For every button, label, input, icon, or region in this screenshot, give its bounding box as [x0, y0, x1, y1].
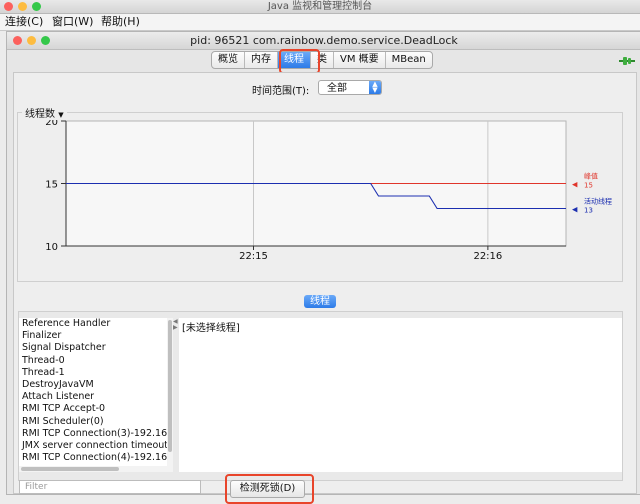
- internal-frame-titlebar: pid: 96521 com.rainbow.demo.service.Dead…: [7, 32, 640, 50]
- tab-overview[interactable]: 概览: [212, 52, 245, 68]
- minimize-frame-icon[interactable]: [27, 36, 36, 45]
- close-frame-icon[interactable]: [13, 36, 22, 45]
- x-tick-label: 22:15: [239, 251, 268, 262]
- thread-list-item[interactable]: RMI TCP Connection(3)-192.16: [19, 428, 167, 440]
- legend-value: 15: [584, 182, 593, 190]
- x-tick-label: 22:16: [473, 251, 502, 262]
- chart-title-text: 线程数: [25, 109, 55, 120]
- series-end-marker: ◀: [572, 181, 578, 189]
- thread-list-item[interactable]: RMI TCP Connection(4)-192.16: [19, 452, 167, 464]
- app-titlebar: Java 监视和管理控制台: [0, 0, 640, 14]
- thread-list-item[interactable]: Attach Listener: [19, 391, 167, 403]
- chart-title[interactable]: 线程数 ▼: [22, 105, 67, 120]
- thread-list-item[interactable]: DestroyJavaVM: [19, 379, 167, 391]
- time-range-label: 时间范围(T):: [252, 86, 310, 97]
- zoom-window-icon[interactable]: [32, 2, 41, 11]
- thread-filter-input[interactable]: Filter: [19, 480, 201, 494]
- y-tick-label: 15: [45, 180, 58, 191]
- threads-section-header: 线程: [304, 295, 336, 308]
- thread-list-item[interactable]: JMX server connection timeout 1: [19, 440, 167, 452]
- time-range-value: 全部: [327, 83, 347, 94]
- thread-list[interactable]: Reference Handler Finalizer Signal Dispatc…: [19, 318, 167, 466]
- tab-vm-summary[interactable]: VM 概要: [334, 52, 386, 68]
- thread-list-vscroll-thumb[interactable]: [168, 320, 172, 452]
- thread-count-chart-panel: 22:15 22:16 10 15 20 ◀ 峰值 15 ◀ 活动线程 13: [17, 112, 623, 282]
- tab-memory[interactable]: 内存: [245, 52, 278, 68]
- thread-list-item[interactable]: Thread-1: [19, 367, 167, 379]
- menu-connect[interactable]: 连接(C): [3, 14, 45, 30]
- thread-count-chart: 22:15 22:16101520◀峰值15◀活动线程13: [45, 117, 612, 262]
- thread-list-item[interactable]: RMI Scheduler(0): [19, 416, 167, 428]
- tab-bar: 概览 内存 线程 类 VM 概要 MBean: [211, 51, 433, 69]
- threads-panel: Reference Handler Finalizer Signal Dispatc…: [18, 311, 623, 481]
- y-tick-label: 10: [45, 242, 58, 253]
- internal-frame: pid: 96521 com.rainbow.demo.service.Dead…: [6, 31, 640, 495]
- maximize-frame-icon[interactable]: [41, 36, 50, 45]
- time-range-select[interactable]: 全部 ▲ ▼: [318, 80, 382, 95]
- app-title: Java 监视和管理控制台: [267, 1, 373, 12]
- menu-window[interactable]: 窗口(W): [50, 14, 95, 30]
- connection-status-icon[interactable]: [619, 57, 635, 65]
- legend-value: 13: [584, 207, 593, 215]
- close-window-icon[interactable]: [4, 2, 13, 11]
- detect-button-highlight-box: [225, 474, 314, 504]
- series-end-marker: ◀: [572, 206, 578, 214]
- thread-list-hscroll-thumb[interactable]: [21, 467, 119, 471]
- tab-highlight-box: [279, 49, 320, 74]
- thread-detail-pane: [未选择线程]: [179, 318, 622, 472]
- select-arrows-icon: ▲ ▼: [369, 81, 381, 94]
- menu-help[interactable]: 帮助(H): [99, 14, 142, 30]
- tab-mbean[interactable]: MBean: [386, 52, 432, 68]
- menubar: 连接(C) 窗口(W) 帮助(H): [0, 14, 640, 31]
- expand-right-icon[interactable]: ▶: [173, 324, 178, 331]
- legend-label: 活动线程: [584, 197, 612, 206]
- thread-detail-text: [未选择线程]: [182, 323, 240, 334]
- minimize-window-icon[interactable]: [18, 2, 27, 11]
- thread-list-item[interactable]: Thread-0: [19, 355, 167, 367]
- thread-list-item[interactable]: Finalizer: [19, 330, 167, 342]
- chart-dropdown-icon: ▼: [58, 111, 64, 119]
- internal-frame-title: pid: 96521 com.rainbow.demo.service.Dead…: [190, 34, 458, 47]
- thread-list-item[interactable]: RMI TCP Accept-0: [19, 403, 167, 415]
- thread-list-item[interactable]: Signal Dispatcher: [19, 342, 167, 354]
- legend-label: 峰值: [584, 172, 598, 181]
- thread-list-hscrollbar[interactable]: [19, 466, 173, 472]
- thread-list-item[interactable]: Reference Handler: [19, 318, 167, 330]
